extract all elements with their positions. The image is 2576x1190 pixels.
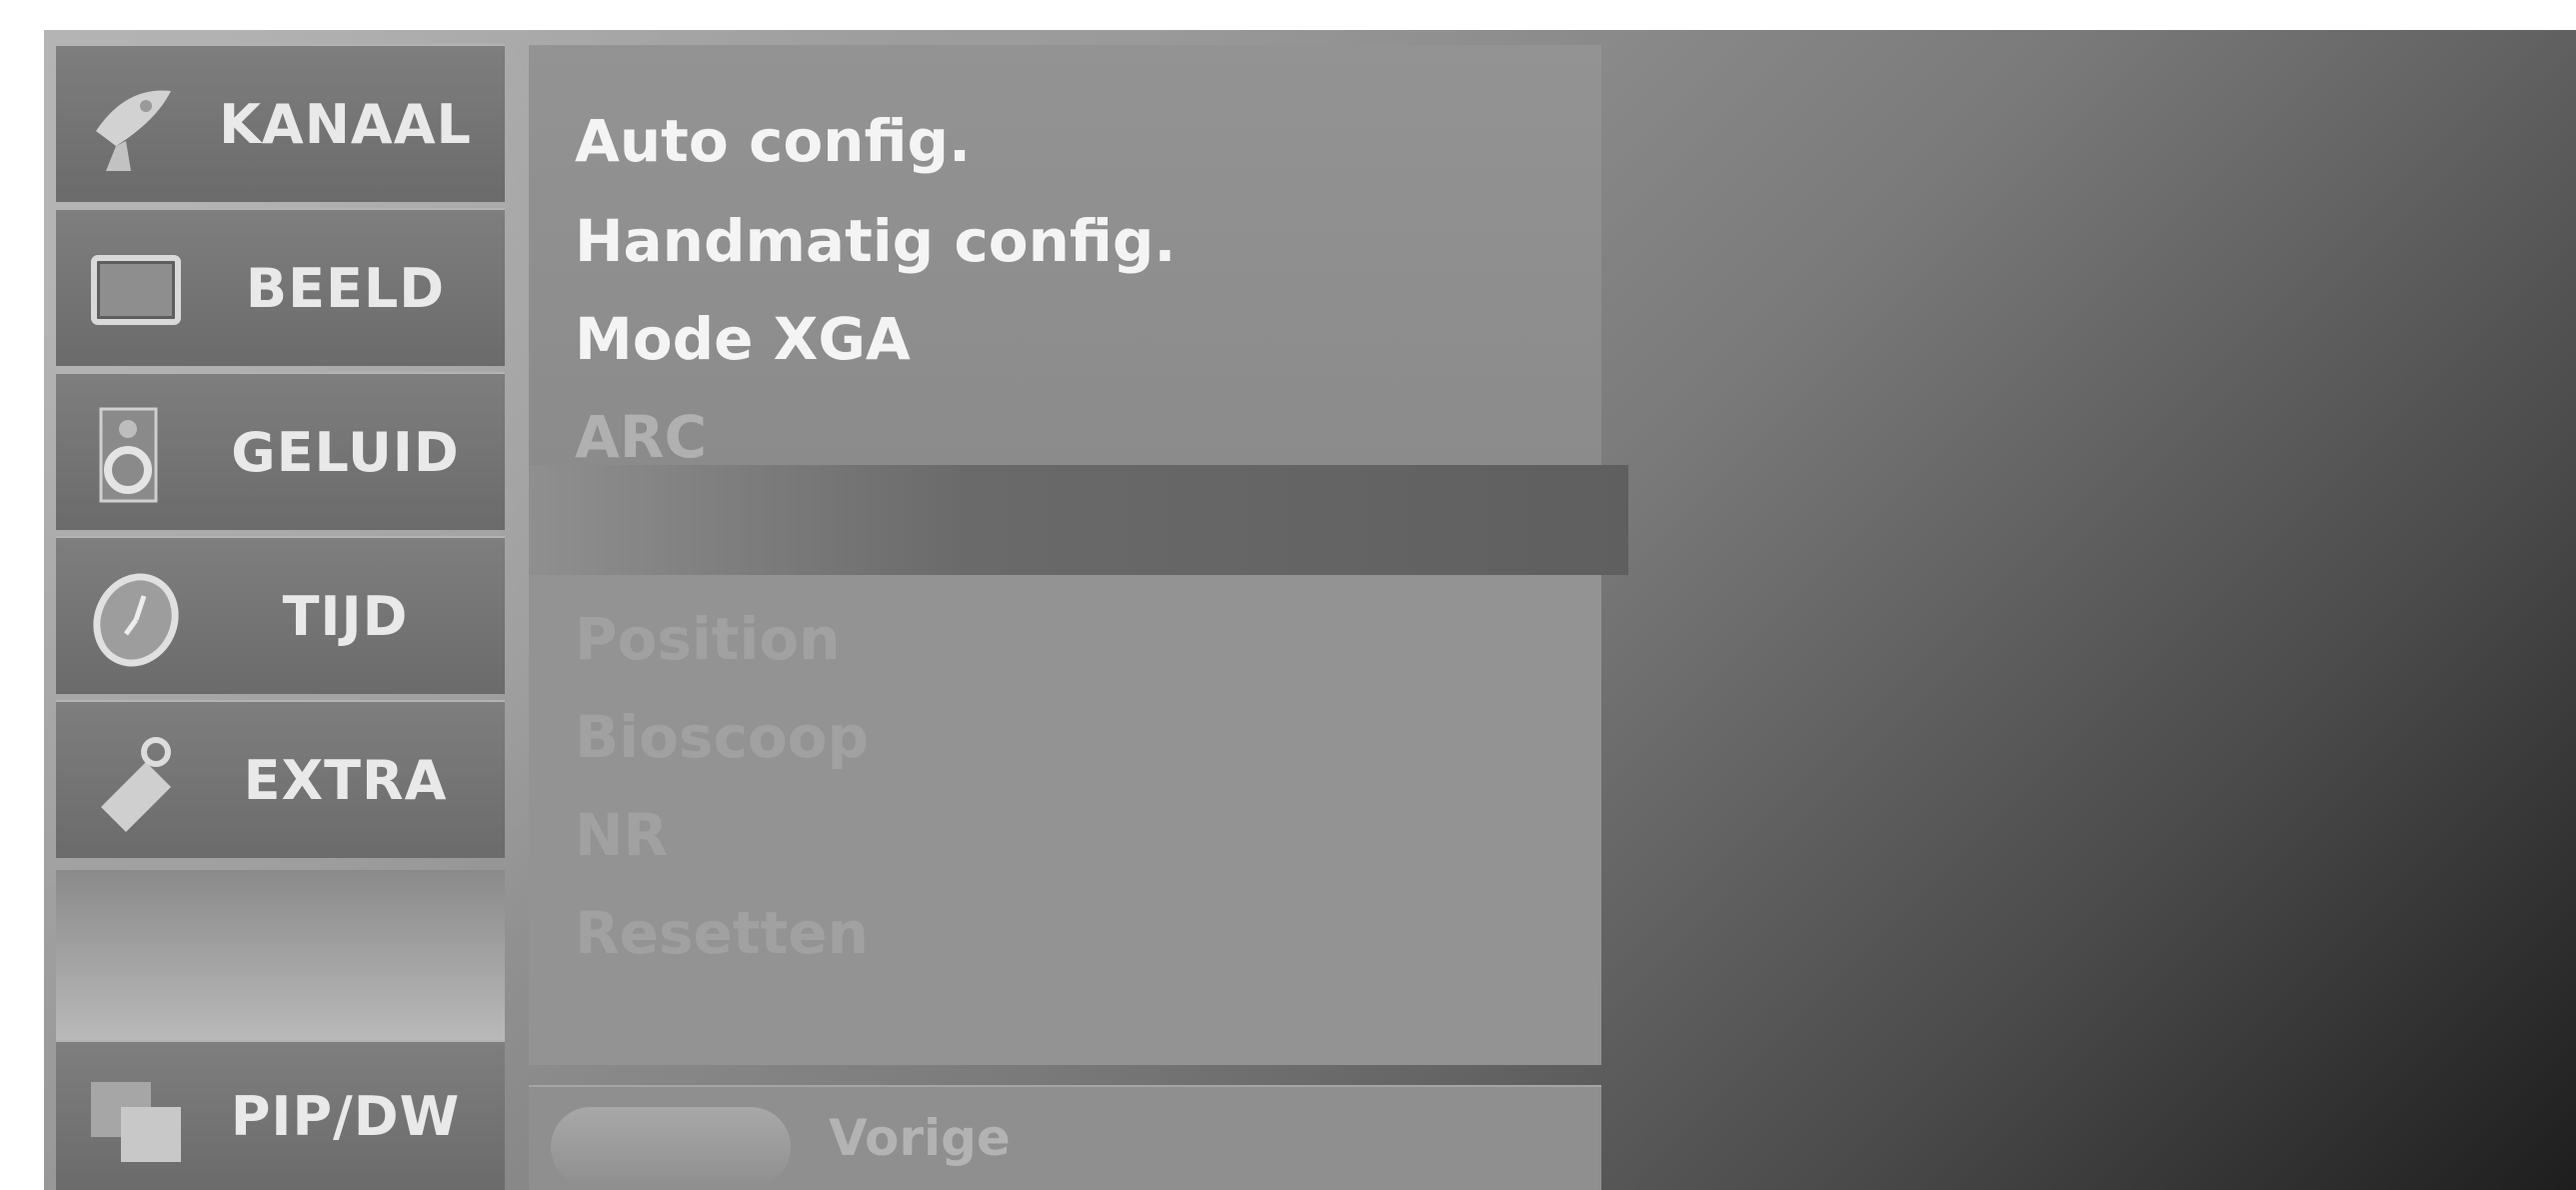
sidebar-item-label: PIP/DW xyxy=(230,1084,461,1148)
sidebar-item-label: GELUID xyxy=(231,420,460,484)
sidebar-item-geluid[interactable]: GELUID xyxy=(56,372,505,530)
menu-item-nr: NR xyxy=(575,801,669,869)
submenu-panel: Auto config. Handmatig config. Mode XGA … xyxy=(529,45,1601,471)
sidebar-item-label: TIJD xyxy=(282,584,409,648)
footer-panel: Vorige xyxy=(529,1085,1601,1190)
disabled-menu-panel: Position Bioscoop NR Resetten xyxy=(529,575,1601,1065)
menu-item-position: Position xyxy=(575,605,841,673)
menu-item-mode-xga[interactable]: Mode XGA xyxy=(575,305,911,373)
menu-item-handmatig-config[interactable]: Handmatig config. xyxy=(575,207,1176,275)
back-button[interactable] xyxy=(551,1107,791,1187)
divider-band xyxy=(529,465,1628,575)
menu-item-arc[interactable]: ARC xyxy=(575,403,707,471)
sidebar-item-tijd[interactable]: TIJD xyxy=(56,536,505,694)
tv-osd-screen: KANAAL BEELD GELUID TIJD EXTRA PIP/DW Au… xyxy=(44,30,2576,1190)
menu-item-bioscoop: Bioscoop xyxy=(575,703,870,771)
sidebar-item-label: BEELD xyxy=(245,256,446,320)
sidebar-item-beeld[interactable]: BEELD xyxy=(56,208,505,366)
menu-item-auto-config[interactable]: Auto config. xyxy=(575,107,971,175)
sidebar-item-extra[interactable]: EXTRA xyxy=(56,700,505,858)
sidebar-item-pip-dw[interactable]: PIP/DW xyxy=(56,1040,505,1190)
sidebar-item-kanaal[interactable]: KANAAL xyxy=(56,44,505,202)
tv-screen-icon xyxy=(91,255,181,325)
sidebar-item-label: EXTRA xyxy=(243,748,448,812)
back-button-label: Vorige xyxy=(829,1109,1011,1167)
clock-icon xyxy=(93,573,179,667)
pip-windows-icon xyxy=(91,1082,181,1162)
sidebar-spacer xyxy=(56,870,505,1040)
sidebar-item-label: KANAAL xyxy=(219,92,472,156)
tag-icon xyxy=(101,737,171,832)
menu-item-resetten: Resetten xyxy=(575,899,869,967)
satellite-dish-icon xyxy=(96,90,171,171)
speaker-icon xyxy=(99,407,158,503)
